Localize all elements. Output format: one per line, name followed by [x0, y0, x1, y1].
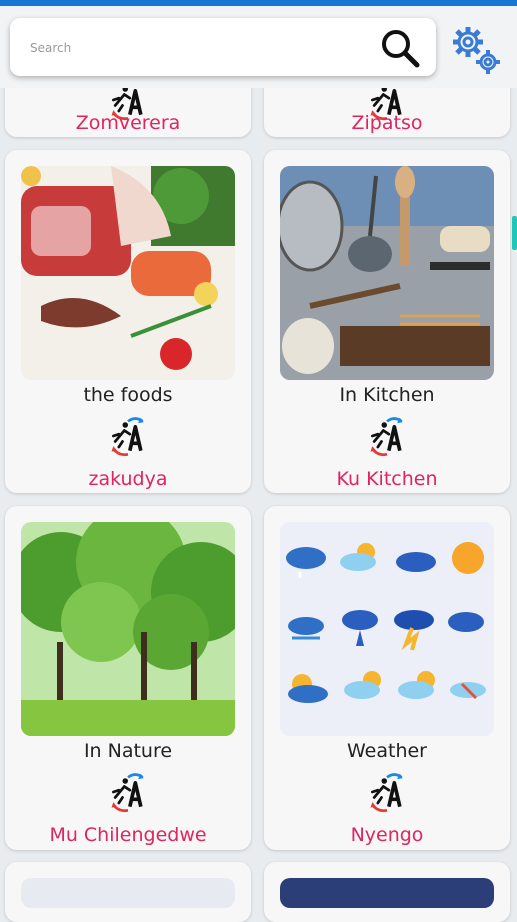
foods-image — [21, 166, 235, 380]
translate-icon — [365, 770, 409, 814]
category-card-nature[interactable]: In Nature Mu Chilengedwe — [5, 506, 251, 850]
category-card-weather[interactable]: Weather Nyengo — [264, 506, 510, 850]
search-button[interactable] — [378, 26, 422, 70]
card-title-local: Nyengo — [350, 824, 424, 846]
category-card-foods[interactable]: the foods zakudya — [5, 150, 251, 493]
card-title: Weather — [347, 740, 427, 762]
top-bar — [0, 6, 517, 88]
card-title-local: Zipatso — [351, 112, 423, 134]
card-image — [280, 878, 494, 908]
card-title-local: Zomverera — [75, 112, 181, 134]
card-title-local: Mu Chilengedwe — [49, 824, 207, 846]
gears-icon — [453, 27, 500, 74]
settings-button[interactable] — [448, 22, 504, 78]
translate-icon — [365, 414, 409, 458]
translate-icon — [106, 414, 150, 458]
card-title-local: zakudya — [88, 468, 168, 490]
scrollbar-thumb[interactable] — [512, 216, 517, 250]
card-image — [21, 878, 235, 908]
kitchen-image — [280, 166, 494, 380]
search-input[interactable] — [28, 32, 362, 64]
card-title: In Nature — [83, 740, 173, 762]
search-icon — [382, 30, 420, 68]
nature-image — [21, 522, 235, 736]
weather-image — [280, 522, 494, 736]
card-title-local: Ku Kitchen — [336, 468, 438, 490]
category-card-kitchen[interactable]: In Kitchen Ku Kitchen — [264, 150, 510, 493]
card-title: In Kitchen — [339, 384, 435, 406]
category-card-next-left[interactable] — [5, 862, 251, 922]
category-card-next-right[interactable] — [264, 862, 510, 922]
weather-icon-grid — [286, 542, 486, 703]
card-title: the foods — [83, 384, 173, 406]
translate-icon — [106, 770, 150, 814]
search-box[interactable] — [10, 18, 436, 76]
